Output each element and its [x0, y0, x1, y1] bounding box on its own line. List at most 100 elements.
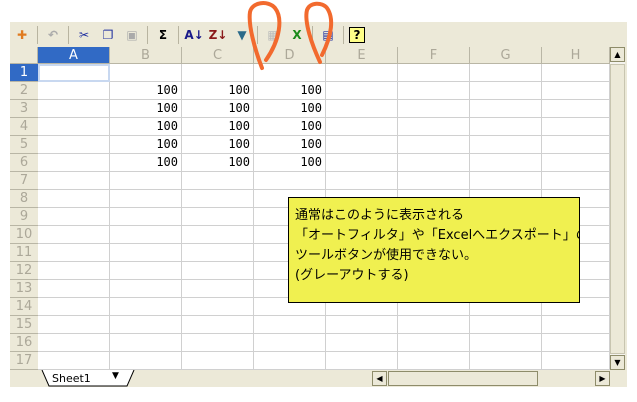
- cell-B14[interactable]: [110, 298, 182, 316]
- row-header-14[interactable]: 14: [10, 298, 38, 316]
- cell-A1[interactable]: [38, 64, 110, 82]
- paste-icon[interactable]: ▣: [122, 25, 142, 45]
- cell-C4[interactable]: 100: [182, 118, 254, 136]
- cell-A11[interactable]: [38, 244, 110, 262]
- cell-C11[interactable]: [182, 244, 254, 262]
- cell-D6[interactable]: 100: [254, 154, 326, 172]
- undo-icon[interactable]: ↶: [43, 25, 63, 45]
- cell-H4[interactable]: [542, 118, 610, 136]
- cell-H7[interactable]: [542, 172, 610, 190]
- cell-G1[interactable]: [470, 64, 542, 82]
- cell-F16[interactable]: [398, 334, 470, 352]
- cell-C7[interactable]: [182, 172, 254, 190]
- row-header-11[interactable]: 11: [10, 244, 38, 262]
- cell-G17[interactable]: [470, 352, 542, 370]
- cell-C15[interactable]: [182, 316, 254, 334]
- cell-A13[interactable]: [38, 280, 110, 298]
- row-header-8[interactable]: 8: [10, 190, 38, 208]
- cell-F1[interactable]: [398, 64, 470, 82]
- sort-descending-icon[interactable]: Z↓: [208, 25, 228, 45]
- column-header-G[interactable]: G: [470, 47, 542, 64]
- cell-C1[interactable]: [182, 64, 254, 82]
- cell-H6[interactable]: [542, 154, 610, 172]
- row-header-1[interactable]: 1: [10, 64, 38, 82]
- column-header-H[interactable]: H: [542, 47, 610, 64]
- cell-H2[interactable]: [542, 82, 610, 100]
- cell-A15[interactable]: [38, 316, 110, 334]
- cell-F7[interactable]: [398, 172, 470, 190]
- cell-B12[interactable]: [110, 262, 182, 280]
- row-header-6[interactable]: 6: [10, 154, 38, 172]
- cell-A17[interactable]: [38, 352, 110, 370]
- cell-F17[interactable]: [398, 352, 470, 370]
- cell-B13[interactable]: [110, 280, 182, 298]
- cell-D17[interactable]: [254, 352, 326, 370]
- cell-F4[interactable]: [398, 118, 470, 136]
- cell-B8[interactable]: [110, 190, 182, 208]
- cell-H17[interactable]: [542, 352, 610, 370]
- cell-B7[interactable]: [110, 172, 182, 190]
- cell-F5[interactable]: [398, 136, 470, 154]
- cell-G4[interactable]: [470, 118, 542, 136]
- cut-icon[interactable]: ✂: [74, 25, 94, 45]
- cell-B9[interactable]: [110, 208, 182, 226]
- copy-icon[interactable]: ❐: [98, 25, 118, 45]
- cell-H3[interactable]: [542, 100, 610, 118]
- cell-F3[interactable]: [398, 100, 470, 118]
- cell-D15[interactable]: [254, 316, 326, 334]
- cell-F2[interactable]: [398, 82, 470, 100]
- cell-F15[interactable]: [398, 316, 470, 334]
- sort-ascending-icon[interactable]: A↓: [184, 25, 204, 45]
- cell-A14[interactable]: [38, 298, 110, 316]
- cell-B3[interactable]: 100: [110, 100, 182, 118]
- autosum-icon[interactable]: Σ: [153, 25, 173, 45]
- cell-H16[interactable]: [542, 334, 610, 352]
- export-to-excel-icon[interactable]: X: [287, 25, 307, 45]
- column-header-C[interactable]: C: [182, 47, 254, 64]
- cell-C3[interactable]: 100: [182, 100, 254, 118]
- cell-G6[interactable]: [470, 154, 542, 172]
- row-header-10[interactable]: 10: [10, 226, 38, 244]
- cell-D16[interactable]: [254, 334, 326, 352]
- scroll-down-button[interactable]: ▼: [610, 355, 625, 370]
- cell-A4[interactable]: [38, 118, 110, 136]
- cell-B4[interactable]: 100: [110, 118, 182, 136]
- cell-F6[interactable]: [398, 154, 470, 172]
- cell-E6[interactable]: [326, 154, 398, 172]
- cell-A6[interactable]: [38, 154, 110, 172]
- cell-H15[interactable]: [542, 316, 610, 334]
- cell-A8[interactable]: [38, 190, 110, 208]
- row-header-13[interactable]: 13: [10, 280, 38, 298]
- cell-E7[interactable]: [326, 172, 398, 190]
- scroll-up-button[interactable]: ▲: [610, 47, 625, 62]
- autofilter-icon[interactable]: ▼: [232, 25, 252, 45]
- sheet-tab-dropdown-icon[interactable]: ▼: [112, 371, 119, 381]
- column-header-A[interactable]: A: [38, 47, 110, 64]
- row-header-3[interactable]: 3: [10, 100, 38, 118]
- cell-A7[interactable]: [38, 172, 110, 190]
- cell-G5[interactable]: [470, 136, 542, 154]
- sheet-tab-sheet1[interactable]: Sheet1: [52, 372, 91, 385]
- cell-D3[interactable]: 100: [254, 100, 326, 118]
- cell-C5[interactable]: 100: [182, 136, 254, 154]
- cell-E5[interactable]: [326, 136, 398, 154]
- cell-A10[interactable]: [38, 226, 110, 244]
- cell-G3[interactable]: [470, 100, 542, 118]
- column-header-F[interactable]: F: [398, 47, 470, 64]
- cell-A5[interactable]: [38, 136, 110, 154]
- cell-B6[interactable]: 100: [110, 154, 182, 172]
- row-header-5[interactable]: 5: [10, 136, 38, 154]
- cell-E17[interactable]: [326, 352, 398, 370]
- cell-G16[interactable]: [470, 334, 542, 352]
- cell-H5[interactable]: [542, 136, 610, 154]
- row-header-7[interactable]: 7: [10, 172, 38, 190]
- cell-D1[interactable]: [254, 64, 326, 82]
- cell-G15[interactable]: [470, 316, 542, 334]
- cell-D5[interactable]: 100: [254, 136, 326, 154]
- scroll-left-button[interactable]: ◀: [372, 371, 387, 386]
- cell-A2[interactable]: [38, 82, 110, 100]
- cell-D7[interactable]: [254, 172, 326, 190]
- cell-E2[interactable]: [326, 82, 398, 100]
- row-header-17[interactable]: 17: [10, 352, 38, 370]
- cell-C10[interactable]: [182, 226, 254, 244]
